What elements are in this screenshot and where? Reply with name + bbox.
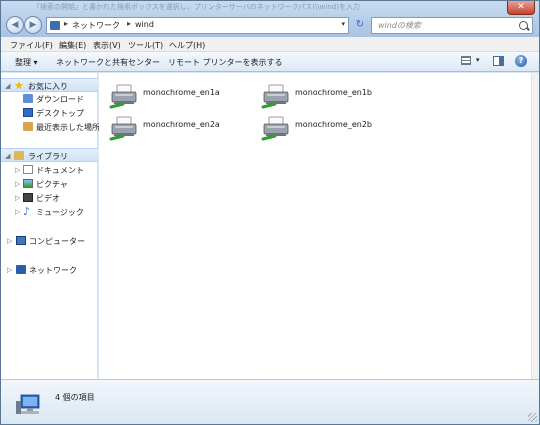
nav-computer[interactable]: ▷ コンピューター — [1, 234, 98, 248]
nav-network[interactable]: ▷ ネットワーク — [1, 263, 98, 277]
menu-tools[interactable]: ツール(T) — [128, 40, 163, 51]
nav-videos[interactable]: ▷ ビデオ — [1, 191, 98, 205]
expand-arrow-icon[interactable]: ▷ — [7, 237, 12, 245]
network-icon — [16, 265, 26, 274]
view-options-dropdown[interactable]: ▾ — [476, 56, 480, 64]
menu-bar: ファイル(F) 編集(E) 表示(V) ツール(T) ヘルプ(H) — [1, 37, 539, 52]
breadcrumb-wind[interactable]: wind — [135, 20, 154, 29]
address-bar[interactable]: ▸ ネットワーク ▸ wind ▾ — [46, 17, 349, 34]
documents-icon — [23, 165, 33, 174]
vertical-scrollbar[interactable] — [531, 73, 539, 379]
library-icon — [14, 151, 24, 160]
printer-item-label: monochrome_en2b — [295, 120, 373, 129]
window-controls: ✕ — [507, 1, 535, 15]
printer-item-en1a[interactable]: monochrome_en1a — [109, 83, 249, 111]
menu-file[interactable]: ファイル(F) — [10, 40, 53, 51]
breadcrumb-separator[interactable]: ▸ — [64, 19, 68, 28]
item-count: 4 個の項目 — [55, 393, 95, 402]
nav-desktop[interactable]: デスクトップ — [1, 106, 98, 120]
expand-arrow-icon[interactable]: ▷ — [15, 180, 20, 188]
nav-documents-label: ドキュメント — [36, 166, 84, 175]
printer-item-en2b[interactable]: monochrome_en2b — [261, 115, 401, 143]
nav-libraries-label: ライブラリ — [28, 152, 68, 161]
collapse-arrow-icon[interactable]: ◢ — [5, 82, 10, 90]
expand-arrow-icon[interactable]: ▷ — [7, 266, 12, 274]
desktop-icon — [23, 108, 33, 117]
nav-downloads-label: ダウンロード — [36, 95, 84, 104]
forward-button[interactable]: ▶ — [24, 16, 42, 34]
expand-arrow-icon[interactable]: ▷ — [15, 194, 20, 202]
network-computer-icon — [16, 394, 40, 414]
help-icon[interactable]: ? — [515, 55, 527, 67]
change-view-icon[interactable] — [461, 56, 471, 65]
star-icon: ★ — [14, 79, 24, 92]
printer-item-label: monochrome_en1a — [143, 88, 220, 97]
network-printer-icon — [261, 116, 289, 141]
view-remote-printers-button[interactable]: リモート プリンターを表示する — [168, 57, 283, 68]
nav-documents[interactable]: ▷ ドキュメント — [1, 163, 98, 177]
nav-pictures-label: ピクチャ — [36, 180, 68, 189]
breadcrumb-network[interactable]: ネットワーク — [72, 20, 120, 31]
network-printer-icon — [109, 84, 137, 109]
breadcrumb-separator[interactable]: ▸ — [127, 19, 131, 28]
network-printer-icon — [261, 84, 289, 109]
computer-icon — [16, 236, 26, 245]
nav-downloads[interactable]: ダウンロード — [1, 92, 98, 106]
nav-favorites[interactable]: ◢ ★ お気に入り — [1, 78, 98, 92]
back-button[interactable]: ◀ — [6, 16, 24, 34]
downloads-folder-icon — [23, 94, 33, 103]
network-sharing-center-button[interactable]: ネットワークと共有センター — [56, 57, 160, 68]
menu-help[interactable]: ヘルプ(H) — [169, 40, 205, 51]
nav-music-label: ミュージック — [36, 208, 84, 217]
search-placeholder: windの検索 — [378, 21, 421, 30]
menu-edit[interactable]: 編集(E) — [59, 40, 86, 51]
background-window-text: 「検索の開始」と書かれた検索ボックスを選択し、プリンターサーバのネットワークパス… — [33, 3, 360, 11]
network-icon — [50, 21, 60, 30]
nav-pictures[interactable]: ▷ ピクチャ — [1, 177, 98, 191]
nav-recent-label: 最近表示した場所 — [36, 123, 100, 132]
search-input[interactable]: windの検索 — [371, 17, 533, 34]
command-bar: 整理 ▾ ネットワークと共有センター リモート プリンターを表示する ▾ ? — [1, 52, 539, 72]
resize-grip[interactable] — [528, 413, 537, 422]
nav-recent-places[interactable]: 最近表示した場所 — [1, 120, 100, 134]
expand-arrow-icon[interactable]: ▷ — [15, 208, 20, 216]
organize-button[interactable]: 整理 ▾ — [15, 57, 38, 68]
recent-places-icon — [23, 122, 33, 131]
chevron-down-icon[interactable]: ▾ — [341, 20, 345, 28]
nav-network-label: ネットワーク — [29, 266, 77, 275]
nav-libraries[interactable]: ◢ ライブラリ — [1, 148, 98, 162]
nav-favorites-label: お気に入り — [28, 82, 68, 91]
preview-pane-icon[interactable] — [493, 56, 504, 66]
nav-music[interactable]: ▷ ♪ ミュージック — [1, 205, 98, 219]
explorer-window: 「検索の開始」と書かれた検索ボックスを選択し、プリンターサーバのネットワークパス… — [0, 0, 540, 425]
music-note-icon: ♪ — [23, 205, 31, 218]
printer-item-label: monochrome_en2a — [143, 120, 220, 129]
printer-item-en1b[interactable]: monochrome_en1b — [261, 83, 401, 111]
title-bar: 「検索の開始」と書かれた検索ボックスを選択し、プリンターサーバのネットワークパス… — [1, 1, 539, 37]
network-printer-icon — [109, 116, 137, 141]
videos-icon — [23, 193, 33, 202]
collapse-arrow-icon[interactable]: ◢ — [5, 152, 10, 160]
expand-arrow-icon[interactable]: ▷ — [15, 166, 20, 174]
nav-videos-label: ビデオ — [36, 194, 60, 203]
printer-item-label: monochrome_en1b — [295, 88, 373, 97]
nav-computer-label: コンピューター — [29, 237, 85, 246]
printer-item-en2a[interactable]: monochrome_en2a — [109, 115, 249, 143]
file-list: monochrome_en1a monochrome_en1b monochro… — [99, 73, 531, 379]
search-icon[interactable] — [519, 21, 528, 30]
close-button[interactable]: ✕ — [507, 1, 535, 15]
menu-view[interactable]: 表示(V) — [93, 40, 121, 51]
pictures-icon — [23, 179, 33, 188]
status-bar: 4 個の項目 — [1, 379, 539, 424]
refresh-icon[interactable]: ↻ — [351, 18, 369, 33]
nav-desktop-label: デスクトップ — [36, 109, 84, 118]
navigation-pane: ◢ ★ お気に入り ダウンロード デスクトップ 最近表示した場所 ◢ ライブラリ… — [1, 73, 100, 379]
